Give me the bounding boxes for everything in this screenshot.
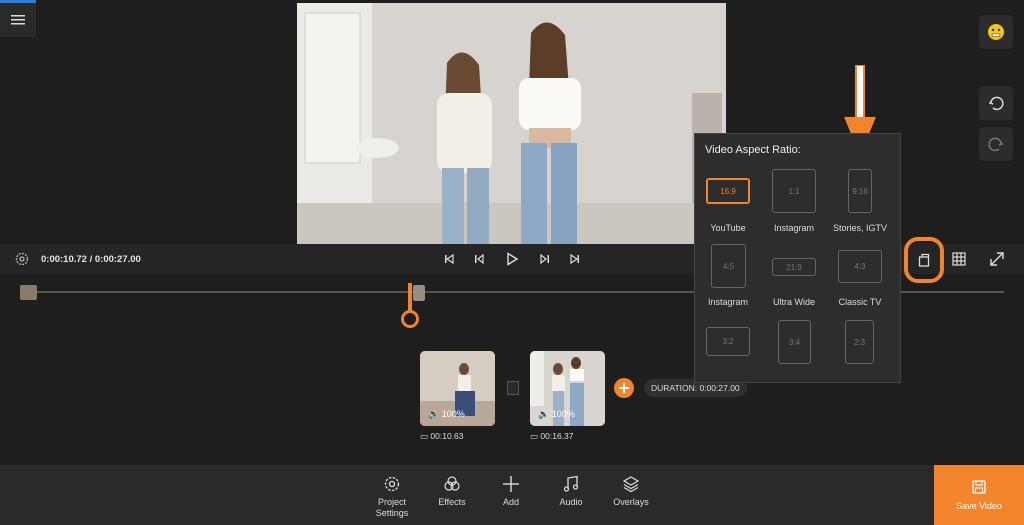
- clip-2-volume[interactable]: 🔈 100%: [538, 409, 575, 420]
- video-preview: [297, 3, 726, 244]
- settings-gear-icon[interactable]: [14, 251, 30, 267]
- clip-2-volume-value: 100%: [551, 409, 575, 419]
- fullscreen-button[interactable]: [988, 250, 1006, 268]
- aspect-ratio-icon: [918, 253, 930, 267]
- plus-icon: [619, 383, 629, 393]
- clip-1-volume[interactable]: 🔈 100%: [428, 409, 465, 420]
- add-clip-button[interactable]: [614, 378, 634, 398]
- clip-2-duration-value: 00:16.37: [540, 431, 574, 441]
- skip-start-icon: [445, 253, 454, 265]
- video-camera-icon: ▭: [420, 431, 429, 441]
- play-icon: [507, 252, 519, 266]
- hamburger-icon: [11, 15, 25, 25]
- grid-icon: [952, 252, 966, 266]
- aspect-ratio-popup: Video Aspect Ratio: 16:9 YouTube 1:1 Ins…: [694, 133, 901, 383]
- layers-icon: [622, 476, 640, 493]
- timecode: 0:00:10.72 / 0:00:27.00: [41, 254, 141, 265]
- effects-icon: [444, 476, 460, 491]
- menu-button[interactable]: [0, 3, 36, 37]
- clip-1-duration: ▭ 00:10.63: [420, 431, 464, 442]
- aspect-option-4-3[interactable]: 4:3: [838, 250, 882, 283]
- aspect-option-3-4[interactable]: 3:4: [778, 320, 811, 364]
- aspect-ratio-value: 3:2: [722, 337, 734, 346]
- next-frame-icon: [540, 253, 549, 265]
- aspect-option-2-3[interactable]: 2:3: [845, 320, 874, 364]
- playhead[interactable]: [408, 283, 412, 313]
- playhead-frame-thumbnail: [413, 285, 425, 301]
- effects-label: Effects: [438, 497, 466, 507]
- popup-title: Video Aspect Ratio:: [705, 144, 801, 156]
- add-button[interactable]: Add: [486, 475, 536, 508]
- previous-frame-button[interactable]: [470, 250, 488, 268]
- aspect-option-21-9[interactable]: 21:9: [772, 258, 816, 276]
- save-video-button[interactable]: Save Video: [934, 465, 1024, 525]
- skip-to-end-button[interactable]: [566, 250, 584, 268]
- project-settings-button[interactable]: Project Settings: [367, 475, 417, 519]
- plus-icon: [503, 476, 519, 492]
- timeline-clip-thumbnail: [20, 285, 37, 300]
- undo-button[interactable]: [979, 86, 1013, 120]
- overlays-label: Overlays: [613, 497, 649, 507]
- aspect-option-16-9[interactable]: 16:9: [706, 178, 750, 204]
- clip-1-volume-value: 100%: [441, 409, 465, 419]
- next-frame-button[interactable]: [536, 250, 554, 268]
- fullscreen-expand-icon: [990, 252, 1004, 266]
- save-disk-icon: [972, 479, 986, 494]
- aspect-ratio-value: 2:3: [853, 337, 866, 347]
- emoji-icon: [988, 24, 1004, 40]
- gear-icon: [384, 476, 400, 492]
- aspect-option-label: Classic TV: [838, 297, 882, 307]
- aspect-ratio-value: 1:1: [788, 186, 800, 196]
- playhead-handle[interactable]: [401, 310, 419, 328]
- aspect-ratio-value: 21:9: [786, 262, 802, 272]
- aspect-option-4-5[interactable]: 4:5: [711, 244, 746, 288]
- video-frame-image: [297, 3, 726, 244]
- effects-button[interactable]: Effects: [427, 475, 477, 508]
- previous-frame-icon: [475, 253, 484, 265]
- aspect-ratio-value: 16:9: [720, 186, 736, 196]
- play-button[interactable]: [503, 250, 521, 268]
- redo-button[interactable]: [979, 127, 1013, 161]
- aspect-option-1-1[interactable]: 1:1: [772, 169, 816, 213]
- overlays-button[interactable]: Overlays: [606, 475, 656, 508]
- undo-icon: [988, 96, 1004, 111]
- clip-2-duration: ▭ 00:16.37: [530, 431, 574, 442]
- video-camera-icon: ▭: [530, 431, 539, 441]
- grid-button[interactable]: [951, 251, 969, 269]
- skip-to-start-button[interactable]: [440, 250, 458, 268]
- emoji-button[interactable]: [979, 15, 1013, 49]
- transition-slot[interactable]: [507, 381, 519, 395]
- aspect-ratio-button[interactable]: [904, 237, 944, 283]
- audio-label: Audio: [559, 497, 583, 507]
- clip-1-thumbnail[interactable]: 🔈 100%: [420, 351, 495, 426]
- add-label: Add: [502, 497, 519, 507]
- clip-2-thumbnail[interactable]: 🔈 100%: [530, 351, 605, 426]
- clip-1-duration-value: 00:10.63: [430, 431, 464, 441]
- save-video-label: Save Video: [956, 500, 1002, 511]
- project-settings-label: Project Settings: [375, 497, 409, 518]
- aspect-ratio-value: 3:4: [788, 337, 801, 347]
- redo-icon: [988, 137, 1004, 152]
- aspect-option-label: Stories, IGTV: [832, 223, 887, 233]
- audio-button[interactable]: Audio: [546, 475, 596, 508]
- aspect-option-3-2[interactable]: 3:2: [706, 327, 750, 356]
- skip-end-icon: [570, 253, 579, 265]
- aspect-option-9-16[interactable]: 9:16: [848, 169, 872, 213]
- aspect-ratio-value: 9:16: [852, 186, 868, 196]
- music-note-icon: [563, 475, 579, 492]
- aspect-ratio-value: 4:3: [854, 262, 866, 271]
- aspect-ratio-value: 4:5: [722, 261, 735, 271]
